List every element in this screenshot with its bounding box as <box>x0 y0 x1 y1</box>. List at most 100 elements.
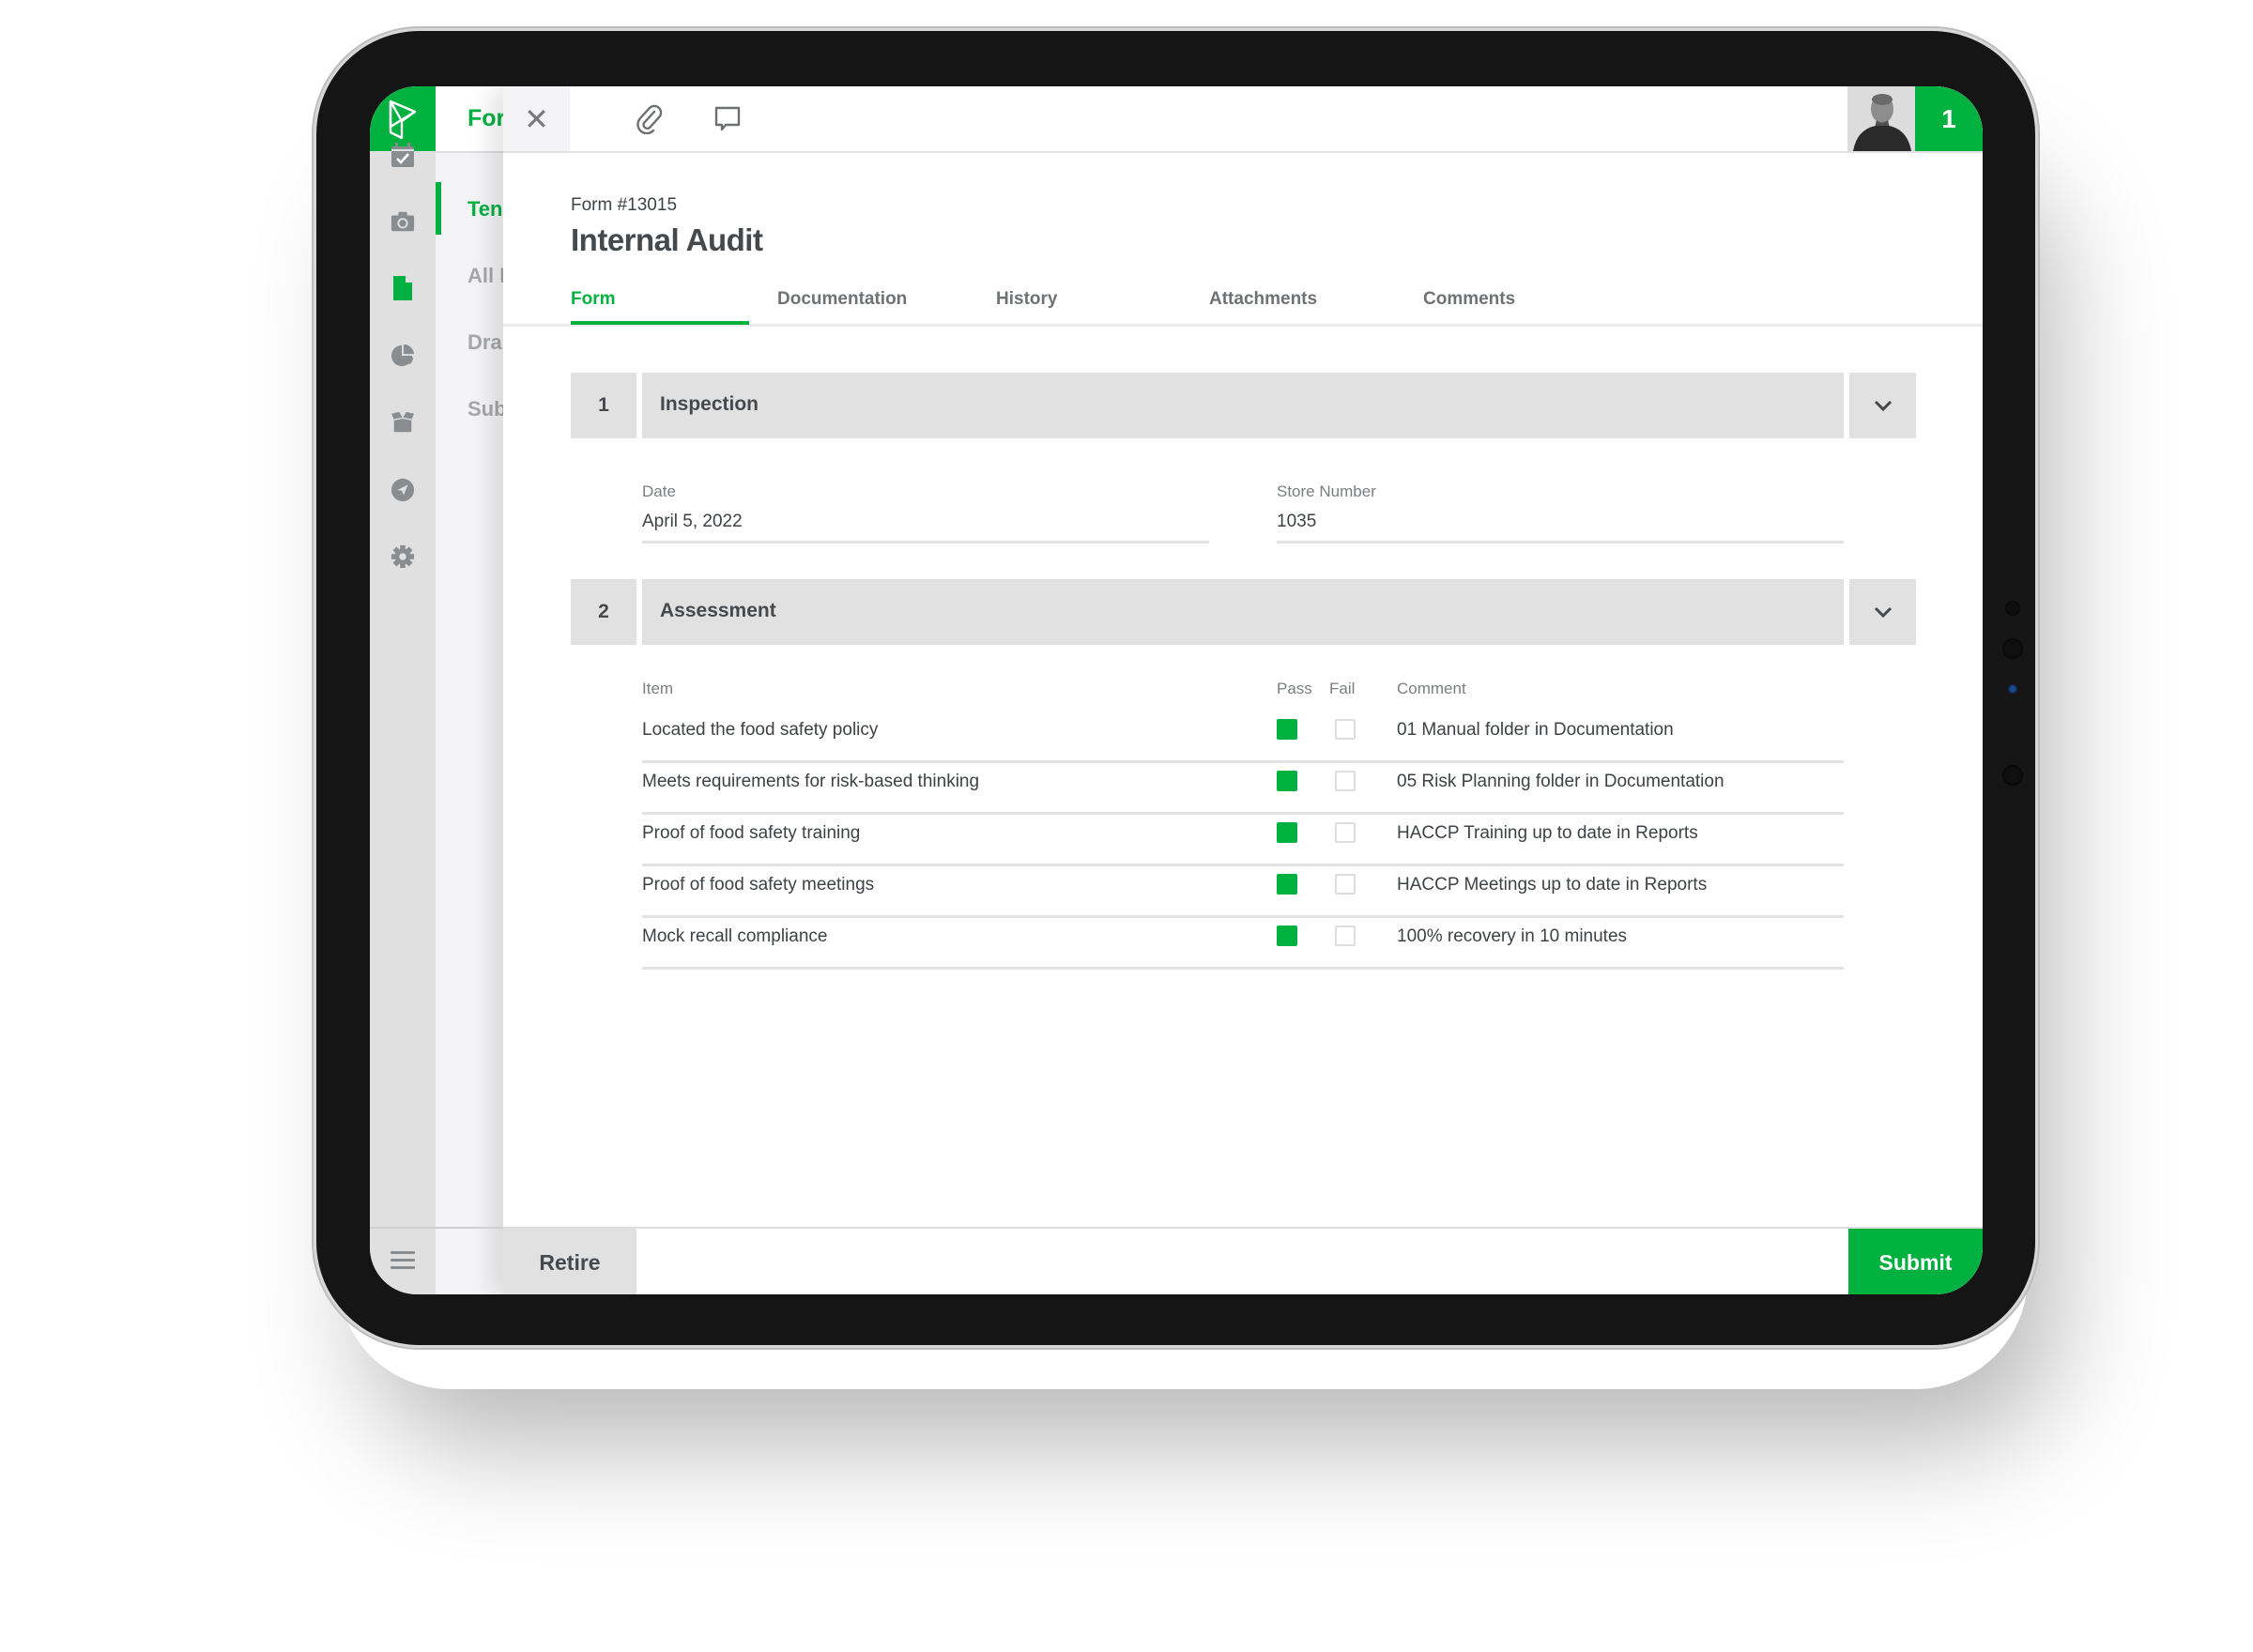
icon-rail <box>370 86 436 1294</box>
collapse-section-button[interactable] <box>1849 373 1916 438</box>
section-inspection-header[interactable]: 1 Inspection <box>571 373 1916 438</box>
attach-button[interactable] <box>634 103 666 135</box>
camera-icon <box>391 211 415 232</box>
section-title: Inspection <box>660 393 759 415</box>
comment-button[interactable] <box>712 103 743 135</box>
pass-checkbox[interactable] <box>1277 925 1297 946</box>
document-icon <box>393 276 412 300</box>
pass-checkbox[interactable] <box>1277 719 1297 740</box>
column-header-fail: Fail <box>1329 680 1356 697</box>
date-value: April 5, 2022 <box>642 512 743 531</box>
rail-item-navigation[interactable] <box>391 478 415 502</box>
retire-button[interactable]: Retire <box>503 1229 636 1294</box>
tab-history[interactable]: History <box>996 289 1057 310</box>
open-box-icon <box>391 411 415 433</box>
rail-item-camera[interactable] <box>391 209 415 234</box>
section-title-bar: Inspection <box>642 373 1844 438</box>
form-toolbar: ✕ 1 <box>503 86 1983 153</box>
section-title-bar: Assessment <box>642 579 1844 645</box>
rail-item-forms[interactable] <box>391 276 415 300</box>
sensor-dot <box>2005 601 2020 616</box>
chevron-down-icon <box>1874 606 1892 618</box>
table-row: Mock recall compliance 100% recovery in 1… <box>642 915 1844 970</box>
list-active-indicator <box>436 182 441 235</box>
rail-item-settings[interactable] <box>391 544 415 569</box>
row-item: Meets requirements for risk-based thinki… <box>642 772 980 791</box>
date-label: Date <box>642 482 676 500</box>
form-panel: ✕ 1 Form #13015 Internal Audit Form Docu… <box>503 86 1983 1294</box>
calendar-check-icon <box>391 143 414 167</box>
user-photo <box>1847 86 1915 151</box>
fail-checkbox[interactable] <box>1335 719 1356 740</box>
date-field[interactable]: Date April 5, 2022 <box>642 482 1209 543</box>
section-number: 2 <box>571 579 636 645</box>
rail-item-reports[interactable] <box>391 344 415 368</box>
table-row: Located the food safety policy 01 Manual … <box>642 709 1844 763</box>
p-logo-icon <box>389 99 417 139</box>
section-title: Assessment <box>660 600 776 621</box>
user-avatar[interactable] <box>1847 86 1915 151</box>
paperclip-icon <box>636 104 663 134</box>
list-header: For <box>436 86 503 153</box>
tab-attachments[interactable]: Attachments <box>1209 289 1317 310</box>
form-number: Form #13015 <box>571 195 678 215</box>
row-comment[interactable]: 100% recovery in 10 minutes <box>1397 926 1627 947</box>
forms-list-column: For Ten All F Dra Sub <box>436 86 503 1294</box>
column-header-comment: Comment <box>1397 680 1466 697</box>
close-icon: ✕ <box>524 101 549 136</box>
table-row: Meets requirements for risk-based thinki… <box>642 760 1844 815</box>
store-number-field[interactable]: Store Number 1035 <box>1277 482 1844 543</box>
section-assessment-header[interactable]: 2 Assessment <box>571 579 1916 645</box>
comment-icon <box>714 106 741 131</box>
tab-documentation[interactable]: Documentation <box>777 289 907 310</box>
table-row: Proof of food safety training HACCP Train… <box>642 812 1844 866</box>
row-item: Proof of food safety meetings <box>642 875 875 895</box>
list-title: For <box>467 105 503 131</box>
camera-lens <box>2002 638 2023 659</box>
list-item-templates[interactable]: Ten <box>467 197 502 222</box>
store-number-label: Store Number <box>1277 482 1376 500</box>
section-number: 1 <box>571 373 636 438</box>
store-number-value: 1035 <box>1277 512 1317 531</box>
close-button[interactable]: ✕ <box>503 86 570 151</box>
table-row: Proof of food safety meetings HACCP Meeti… <box>642 864 1844 918</box>
list-item-submitted[interactable]: Sub <box>467 397 503 421</box>
fail-checkbox[interactable] <box>1335 822 1356 843</box>
row-comment[interactable]: 05 Risk Planning folder in Documentation <box>1397 772 1724 792</box>
rail-bottom-divider <box>370 1227 503 1229</box>
list-item-all[interactable]: All F <box>467 264 503 288</box>
collapse-section-button[interactable] <box>1849 579 1916 645</box>
fail-checkbox[interactable] <box>1335 874 1356 895</box>
camera-indicator <box>2008 684 2017 694</box>
pie-chart-icon <box>391 344 415 367</box>
list-item-drafts[interactable]: Dra <box>467 330 502 355</box>
chevron-down-icon <box>1874 400 1892 411</box>
row-comment[interactable]: HACCP Meetings up to date in Reports <box>1397 875 1707 895</box>
row-item: Located the food safety policy <box>642 720 879 740</box>
page-title: Internal Audit <box>571 222 763 257</box>
navigation-arrow-icon <box>391 478 415 502</box>
tab-comments[interactable]: Comments <box>1423 289 1515 310</box>
submit-button[interactable]: Submit <box>1848 1229 1983 1294</box>
pass-checkbox[interactable] <box>1277 822 1297 843</box>
action-bar: Retire Submit <box>503 1227 1983 1294</box>
pass-checkbox[interactable] <box>1277 771 1297 791</box>
app-screen: For Ten All F Dra Sub ✕ <box>370 86 1983 1294</box>
tab-form[interactable]: Form <box>571 289 616 310</box>
fail-checkbox[interactable] <box>1335 771 1356 791</box>
hamburger-menu-icon[interactable] <box>391 1247 415 1274</box>
active-tab-indicator <box>571 321 749 325</box>
rail-item-calendar[interactable] <box>391 143 415 167</box>
row-item: Proof of food safety training <box>642 823 861 843</box>
row-comment[interactable]: 01 Manual folder in Documentation <box>1397 720 1674 741</box>
rail-item-inventory[interactable] <box>391 410 415 435</box>
row-item: Mock recall compliance <box>642 926 828 946</box>
sensor-dot <box>2002 765 2023 786</box>
row-comment[interactable]: HACCP Training up to date in Reports <box>1397 823 1698 844</box>
column-header-pass: Pass <box>1277 680 1312 697</box>
gear-icon <box>391 544 415 569</box>
notification-badge[interactable]: 1 <box>1915 86 1983 151</box>
column-header-item: Item <box>642 680 674 697</box>
fail-checkbox[interactable] <box>1335 925 1356 946</box>
pass-checkbox[interactable] <box>1277 874 1297 895</box>
